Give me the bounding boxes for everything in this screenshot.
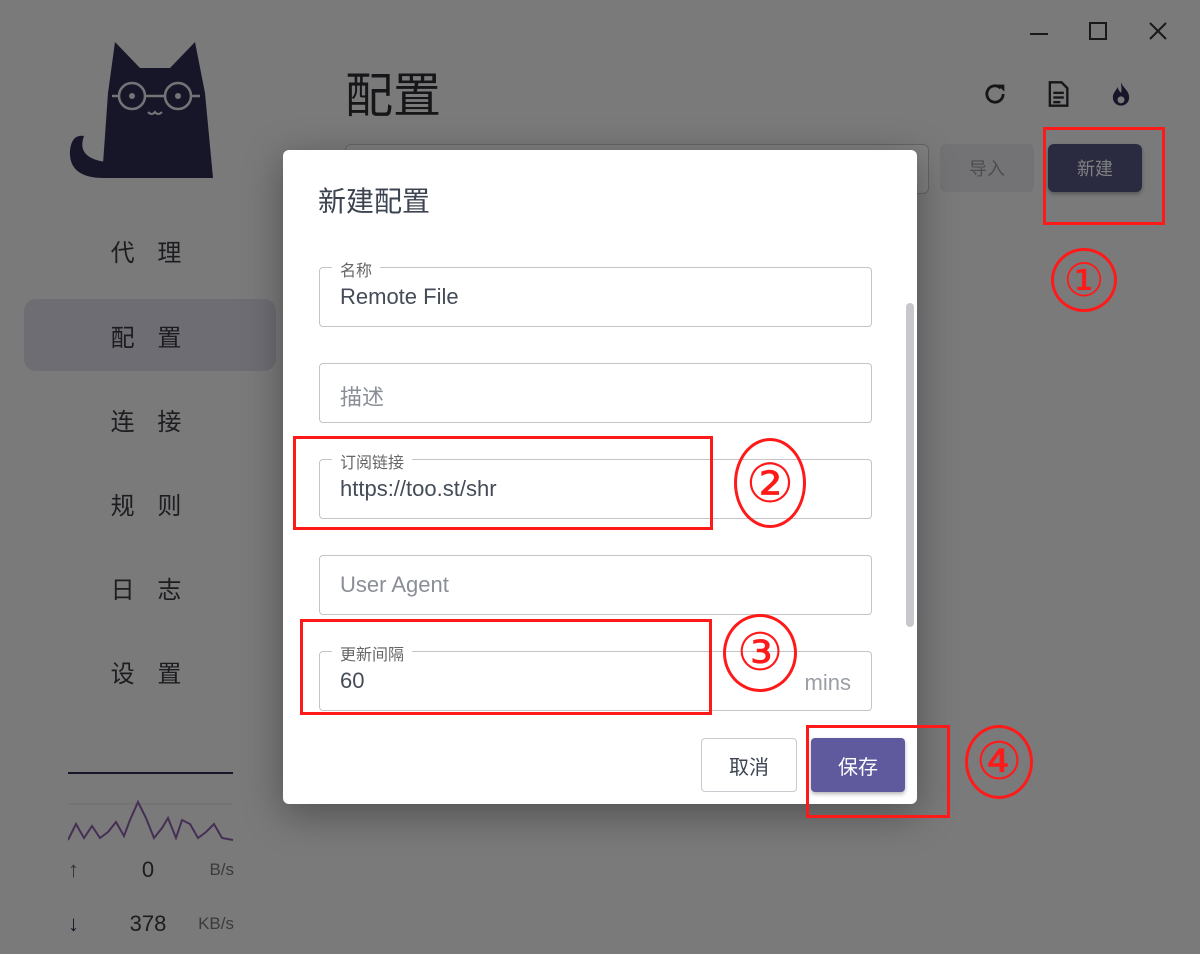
annotation-box-interval — [300, 619, 712, 715]
dialog-title: 新建配置 — [318, 186, 431, 217]
user-agent-field[interactable]: User Agent — [319, 555, 872, 615]
dialog-scrollbar[interactable] — [906, 303, 914, 627]
cancel-button[interactable]: 取消 — [701, 738, 797, 792]
user-agent-placeholder: User Agent — [340, 572, 449, 597]
annotation-step-2: ② — [734, 438, 806, 528]
annotation-step-3: ③ — [723, 614, 797, 692]
annotation-box-new — [1043, 127, 1165, 225]
annotation-step-4: ④ — [965, 725, 1033, 799]
app-window: 代 理 配 置 连 接 规 则 日 志 设 置 ↑ 0 B/s ↓ 378 KB… — [0, 0, 1200, 954]
name-label: 名称 — [332, 257, 381, 281]
update-interval-unit: mins — [804, 670, 851, 695]
name-value: Remote File — [340, 284, 459, 309]
description-placeholder: 描述 — [340, 385, 385, 410]
annotation-box-save — [806, 725, 950, 818]
annotation-box-url — [293, 436, 713, 530]
description-field[interactable]: 描述 — [319, 363, 872, 423]
annotation-step-1: ① — [1051, 248, 1117, 312]
name-field[interactable]: 名称 Remote File — [319, 257, 872, 327]
